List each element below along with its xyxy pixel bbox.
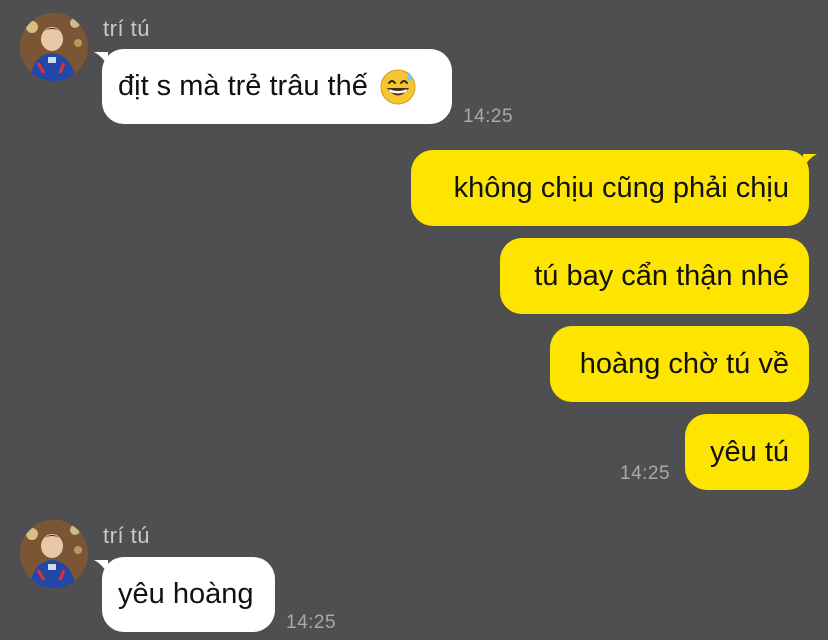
avatar[interactable] xyxy=(20,13,88,81)
sender-name: trí tú xyxy=(103,16,151,41)
grinning-sweat-emoji-icon xyxy=(380,69,416,104)
message-text: yêu tú xyxy=(710,435,789,468)
outgoing-message-bubble[interactable]: yêu tú xyxy=(685,414,809,490)
incoming-message-bubble[interactable]: địt s mà trẻ trâu thế xyxy=(102,49,452,124)
message-time: 14:25 xyxy=(463,106,514,127)
avatar-photo-icon xyxy=(20,520,88,588)
sender-name: trí tú xyxy=(103,523,151,548)
message-text: hoàng chờ tú về xyxy=(579,347,789,380)
message-text: yêu hoàng xyxy=(118,578,254,610)
outgoing-message-bubble[interactable]: hoàng chờ tú về xyxy=(550,326,809,402)
message-text: địt s mà trẻ trâu thế xyxy=(118,70,368,102)
avatar[interactable] xyxy=(20,520,88,588)
outgoing-message-bubble[interactable]: tú bay cẩn thận nhé xyxy=(500,238,809,314)
message-time: 14:25 xyxy=(286,612,337,633)
chat-screen: { "chat": { "messages": [ { "sender": "t… xyxy=(0,0,828,640)
message-time: 14:25 xyxy=(620,463,671,484)
message-text: tú bay cẩn thận nhé xyxy=(534,259,789,292)
avatar-photo-icon xyxy=(20,13,88,81)
outgoing-message-bubble[interactable]: không chịu cũng phải chịu xyxy=(411,150,809,226)
message-text: không chịu cũng phải chịu xyxy=(453,171,789,204)
incoming-message-bubble[interactable]: yêu hoàng xyxy=(102,557,275,632)
